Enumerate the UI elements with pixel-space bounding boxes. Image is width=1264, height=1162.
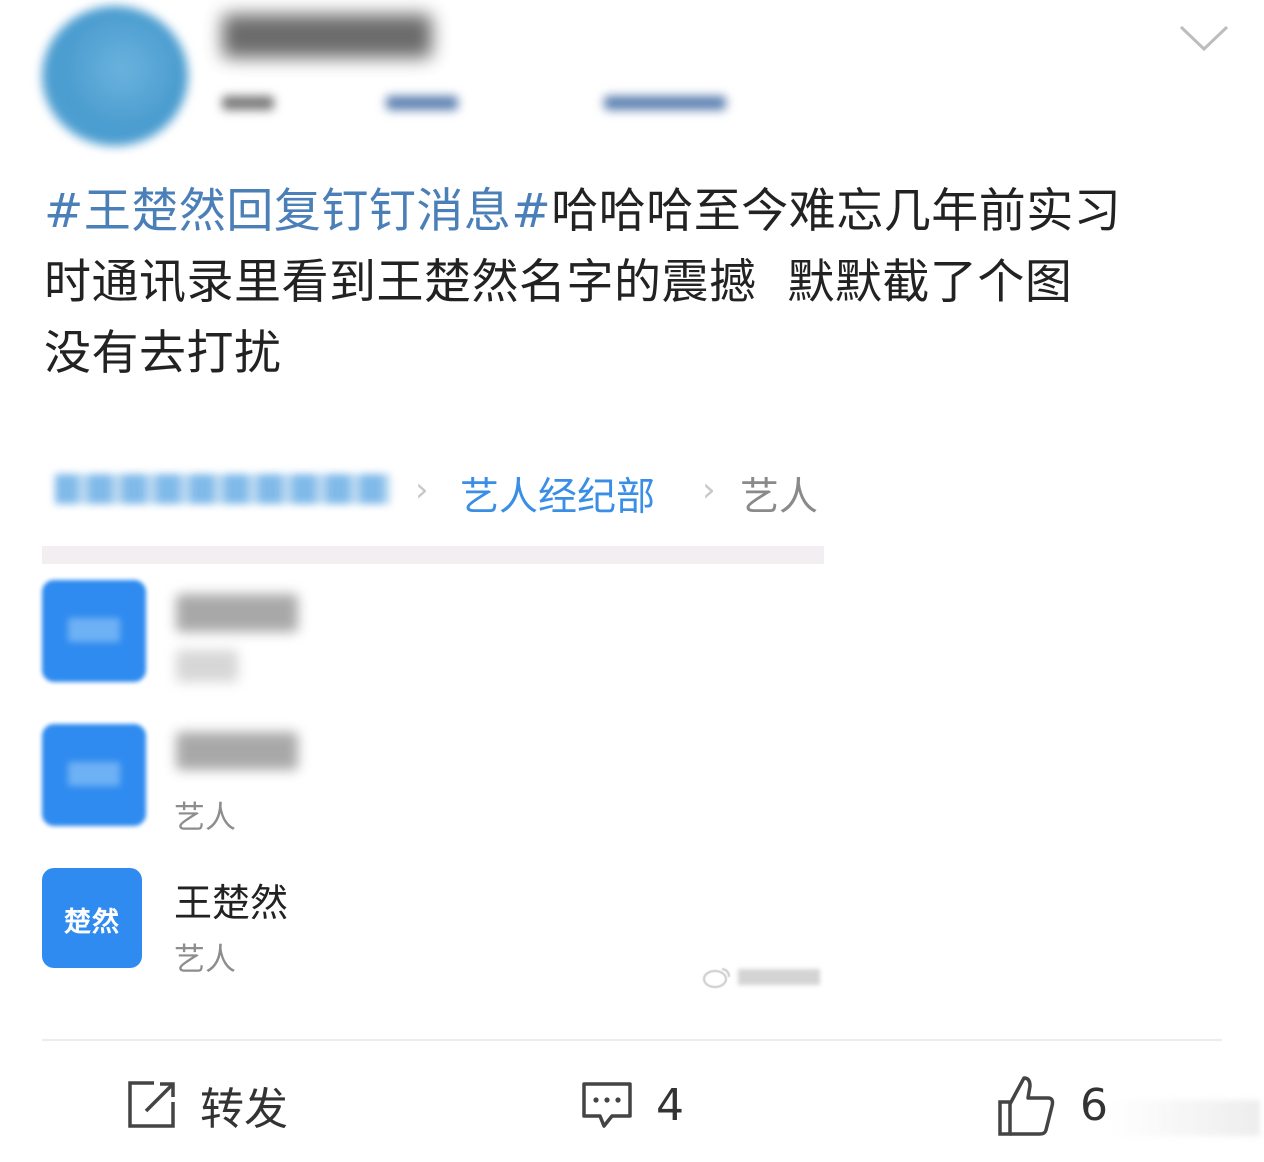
topic-link[interactable]: #王楚然回复钉钉消息# xyxy=(44,184,551,239)
contact-avatar: 楚然 xyxy=(42,868,142,968)
author-name-blurred[interactable] xyxy=(222,14,432,58)
weibo-logo-icon xyxy=(703,967,730,988)
contact-name-blurred xyxy=(176,732,298,770)
repost-icon xyxy=(128,1081,175,1128)
contact-name-blurred xyxy=(176,594,298,632)
breadcrumb-current: 艺人 xyxy=(740,475,819,520)
like-button[interactable]: 6 xyxy=(996,1074,1108,1136)
image-watermark xyxy=(702,963,821,988)
post-text: #王楚然回复钉钉消息#哈哈哈至今难忘几年前实习 时通讯录里看到王楚然名字的震撼 … xyxy=(44,176,1224,389)
separator xyxy=(42,546,824,564)
contact-avatar xyxy=(42,724,146,826)
contact-role: 艺人 xyxy=(174,800,236,836)
avatar-initials: 楚然 xyxy=(64,907,120,938)
breadcrumb-blurred xyxy=(55,474,390,504)
chevron-down-icon[interactable] xyxy=(1178,22,1230,54)
repost-button[interactable]: 转发 xyxy=(124,1074,288,1136)
breadcrumb-chevron-icon: › xyxy=(702,470,716,510)
post-text-line: 哈哈哈至今难忘几年前实习 xyxy=(551,184,1122,239)
like-count: 6 xyxy=(1080,1079,1108,1131)
comment-count: 4 xyxy=(656,1079,684,1131)
repost-label: 转发 xyxy=(200,1084,288,1135)
contact-name: 王楚然 xyxy=(174,881,289,925)
post-text-line: 时通讯录里看到王楚然名字的震撼 默默截了个图 xyxy=(44,255,1073,310)
overflow-fade xyxy=(1110,1100,1260,1136)
breadcrumb-department: 艺人经纪部 xyxy=(460,475,656,520)
post-text-line: 没有去打扰 xyxy=(44,326,282,381)
author-avatar[interactable] xyxy=(42,6,188,146)
breadcrumb-chevron-icon: › xyxy=(415,470,429,510)
action-bar-divider xyxy=(42,1039,1222,1041)
post-meta-blurred xyxy=(604,96,726,110)
post-meta-blurred xyxy=(386,96,458,110)
post-image[interactable] xyxy=(42,444,824,1000)
comment-icon xyxy=(582,1082,632,1128)
contact-avatar xyxy=(42,580,146,682)
contact-role: 艺人 xyxy=(174,942,236,978)
post-meta-blurred xyxy=(222,96,274,110)
thumbs-up-icon xyxy=(998,1076,1055,1136)
comment-button[interactable]: 4 xyxy=(580,1074,684,1136)
contact-role-blurred xyxy=(176,650,238,682)
